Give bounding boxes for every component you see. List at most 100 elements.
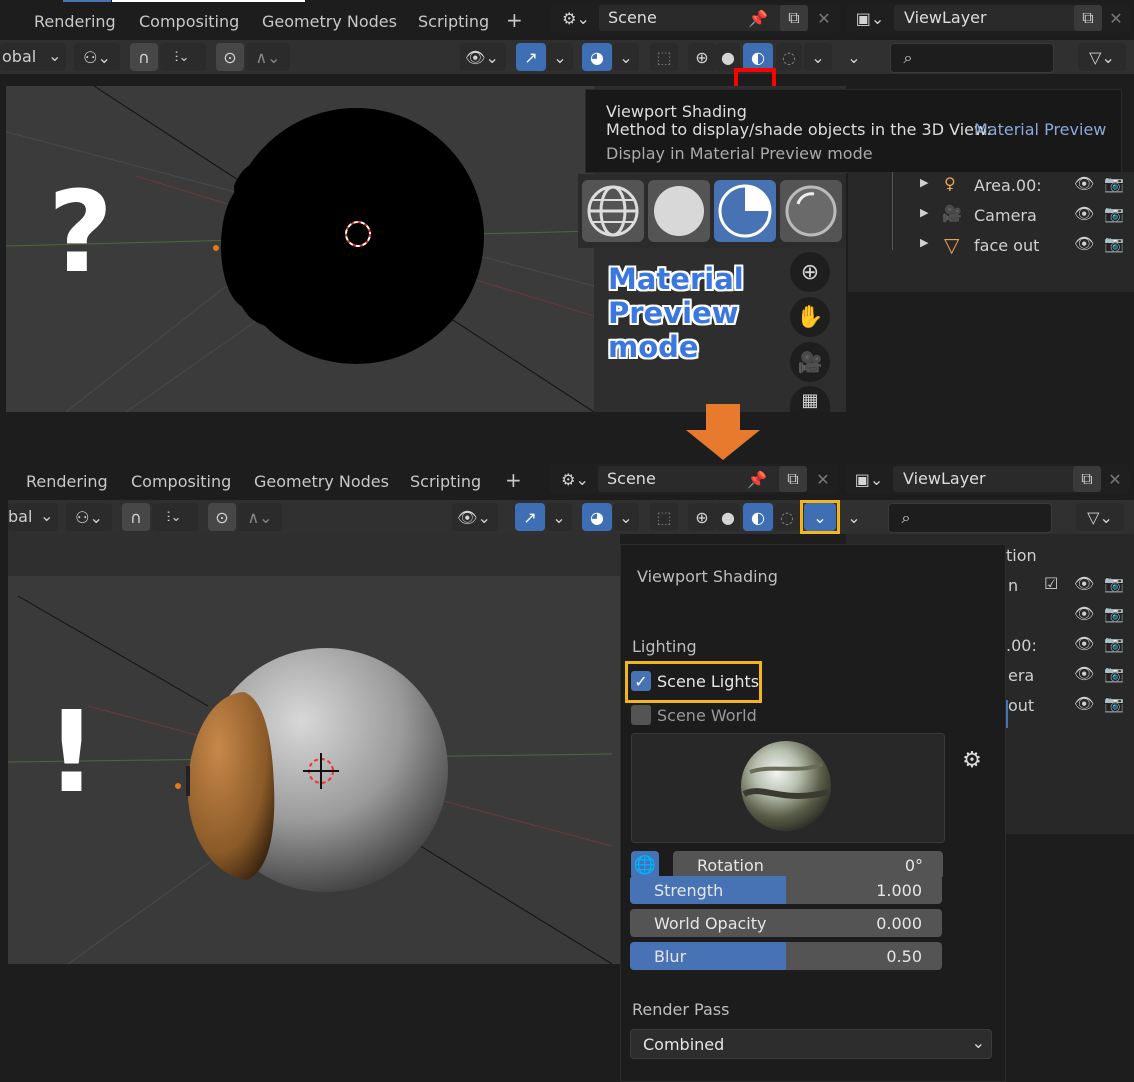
zoom-button[interactable]: ⊕ [790,252,830,292]
visibility-dropdown[interactable]: 👁⌄ [460,43,506,71]
gizmo-toggle[interactable]: ↗ [515,503,545,531]
viewport-3d[interactable]: ? [6,86,594,412]
view-layer-selector[interactable]: ▣⌄ ViewLayer ⧉ ✕ [846,3,1130,33]
checkbox-icon[interactable]: ☑ [1044,574,1058,593]
shading-dropdown[interactable]: ⌄ [804,43,832,71]
filter-dropdown[interactable]: ▽⌄ [1076,503,1124,531]
falloff-dropdown[interactable]: ∧⌄ [246,43,290,71]
pin-icon[interactable]: 📌 [746,6,770,30]
camera-view-button[interactable]: 🎥 [790,342,830,382]
gizmo-toggle[interactable]: ↗ [516,43,546,71]
pin-icon[interactable]: 📌 [745,467,769,491]
tab-compositing[interactable]: Compositing [139,12,239,31]
pan-button[interactable]: ✋ [790,297,830,337]
new-scene-icon[interactable]: ⧉ [780,5,808,31]
close-icon[interactable]: ✕ [811,467,835,491]
shading-material-preview[interactable]: ◐ [743,43,773,71]
eye-icon[interactable]: 👁 [1074,694,1094,713]
pivot-dropdown[interactable]: ⚇⌄ [74,43,120,71]
new-view-layer-icon[interactable]: ⧉ [1073,466,1101,492]
render-pass-dropdown[interactable]: Combined ⌄ [630,1029,992,1059]
scene-world-checkbox[interactable] [631,705,651,725]
eye-icon[interactable]: 👁 [1074,574,1094,593]
camera-visibility-icon[interactable]: 📷 [1104,574,1124,593]
eye-icon[interactable]: 👁 [1074,634,1094,653]
outliner-search[interactable]: ⌕ [890,43,1054,73]
add-workspace-button[interactable]: + [506,8,523,32]
tab-geometry-nodes[interactable]: Geometry Nodes [262,12,397,31]
visibility-dropdown[interactable]: 👁⌄ [452,503,498,531]
strength-slider[interactable]: Strength 1.000 [630,876,942,904]
chevron-down-icon[interactable]: ⌄ [846,45,862,69]
shading-solid[interactable]: ● [716,503,740,531]
pivot-dropdown[interactable]: ⚇⌄ [66,503,112,531]
outliner-row-camera[interactable]: ▶ 🎥 Camera 👁 📷 [848,202,1134,230]
zoom-rendered-button[interactable] [780,180,842,242]
falloff-icon: ∧⌄ [247,507,273,527]
outliner-search[interactable]: ⌕ [888,503,1052,533]
falloff-dropdown[interactable]: ∧⌄ [238,503,282,531]
close-icon[interactable]: ✕ [812,6,836,30]
hdri-preview[interactable] [631,733,945,843]
tab-compositing[interactable]: Compositing [131,472,231,491]
scene-selector[interactable]: ⚙⌄ Scene 📌 ⧉ ✕ [549,464,839,494]
zoom-wireframe-button[interactable] [582,180,644,242]
outliner-row-mesh[interactable]: ▶ ▽ face out 👁 📷 [848,232,1134,260]
filter-dropdown[interactable]: ▽⌄ [1078,43,1126,71]
tab-scripting[interactable]: Scripting [410,472,481,491]
transform-orientation-dropdown[interactable]: obal ⌄ [0,43,66,71]
shading-rendered[interactable]: ◌ [774,503,800,531]
shading-rendered[interactable]: ◌ [776,43,802,71]
new-scene-icon[interactable]: ⧉ [779,466,807,492]
overlays-dropdown[interactable]: ⌄ [613,43,639,71]
xray-toggle[interactable]: ⬚ [650,43,678,71]
new-view-layer-icon[interactable]: ⧉ [1074,5,1102,31]
snap-toggle[interactable]: ∩ [122,503,150,531]
filter-icon: ▽⌄ [1089,47,1115,67]
gizmo-dropdown[interactable]: ⌄ [547,43,573,71]
gizmo-icon: ↗ [524,47,538,67]
shading-material-preview[interactable]: ◐ [743,503,773,531]
rotation-field[interactable]: Rotation 0° [673,851,943,879]
snap-toggle[interactable]: ∩ [130,43,158,71]
blur-slider[interactable]: Blur 0.50 [630,942,942,970]
shading-wireframe[interactable]: ⊕ [688,503,716,531]
tab-scripting[interactable]: Scripting [418,12,489,31]
chevron-down-icon[interactable]: ⌄ [846,505,862,529]
add-workspace-button[interactable]: + [505,468,522,492]
tab-rendering[interactable]: Rendering [34,12,116,31]
zoom-material-preview-button[interactable] [714,180,776,242]
scene-selector[interactable]: ⚙⌄ Scene 📌 ⧉ ✕ [550,3,840,33]
snap-target-dropdown[interactable]: ⵗ⌄ [160,43,206,71]
close-icon[interactable]: ✕ [1103,467,1127,491]
snap-target-dropdown[interactable]: ⵗ⌄ [152,503,198,531]
camera-visibility-icon[interactable]: 📷 [1104,634,1124,653]
camera-visibility-icon[interactable]: 📷 [1104,664,1124,683]
scene-world-label[interactable]: Scene World [657,706,757,725]
gear-icon[interactable]: ⚙ [957,745,987,775]
proportional-edit-toggle[interactable]: ⊙ [216,43,244,71]
shading-buttons-zoom [578,174,846,248]
camera-visibility-icon[interactable]: 📷 [1104,604,1124,623]
overlays-toggle[interactable]: ◕ [582,503,612,531]
world-space-lighting-toggle[interactable]: 🌐 [631,851,659,879]
tab-geometry-nodes[interactable]: Geometry Nodes [254,472,389,491]
shading-solid[interactable]: ● [716,43,740,71]
world-opacity-slider[interactable]: World Opacity 0.000 [630,909,942,937]
overlays-dropdown[interactable]: ⌄ [613,503,639,531]
overlays-toggle[interactable]: ◕ [582,43,612,71]
eye-icon[interactable]: 👁 [1074,604,1094,623]
xray-toggle[interactable]: ⬚ [650,503,678,531]
ortho-toggle-button[interactable]: ▦ [790,386,830,412]
eye-icon[interactable]: 👁 [1074,664,1094,683]
view-layer-selector[interactable]: ▣⌄ ViewLayer ⧉ ✕ [845,464,1129,494]
outliner-row-light[interactable]: ▶ ♀ Area.00: 👁 📷 [848,172,1134,200]
proportional-edit-toggle[interactable]: ⊙ [208,503,236,531]
close-icon[interactable]: ✕ [1104,6,1128,30]
gizmo-dropdown[interactable]: ⌄ [546,503,572,531]
tab-rendering[interactable]: Rendering [26,472,108,491]
camera-visibility-icon[interactable]: 📷 [1104,694,1124,713]
zoom-solid-button[interactable] [648,180,710,242]
transform-orientation-dropdown[interactable]: bal ⌄ [8,503,58,531]
shading-wireframe[interactable]: ⊕ [688,43,716,71]
